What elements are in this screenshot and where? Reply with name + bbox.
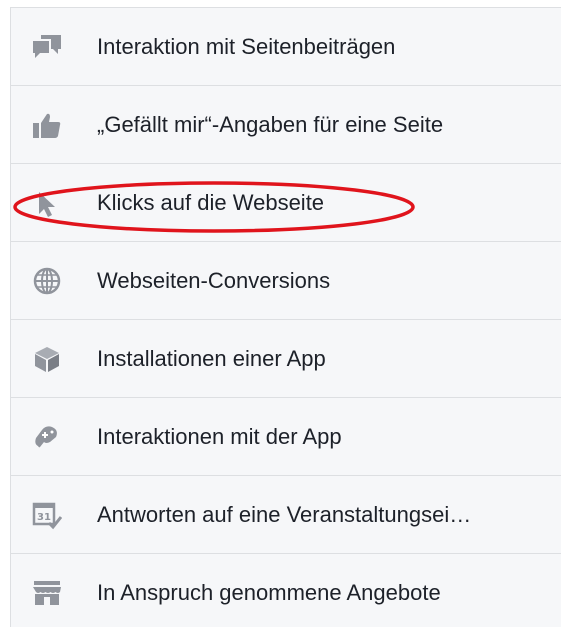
storefront-icon — [31, 577, 63, 609]
objective-label: In Anspruch genommene Angebote — [97, 580, 441, 605]
objective-label: Installationen einer App — [97, 345, 326, 371]
objective-item-app-engagement[interactable]: Interaktionen mit der App — [11, 398, 561, 476]
objective-label: Antworten auf eine Veranstaltungsei… — [97, 501, 472, 527]
cursor-pointer-icon — [31, 187, 63, 219]
calendar-check-icon: 31 — [31, 499, 63, 531]
objective-label: „Gefällt mir“-Angaben für eine Seite — [97, 111, 444, 137]
svg-text:31: 31 — [37, 512, 51, 523]
objective-item-offer-claims[interactable]: In Anspruch genommene Angebote — [11, 554, 561, 632]
objective-item-app-installs[interactable]: Installationen einer App — [11, 320, 561, 398]
objective-item-website-clicks[interactable]: Klicks auf die Webseite — [11, 164, 561, 242]
objective-item-page-likes[interactable]: „Gefällt mir“-Angaben für eine Seite — [11, 86, 561, 164]
globe-icon — [31, 265, 63, 297]
app-box-icon — [31, 343, 63, 375]
objective-item-post-engagement[interactable]: Interaktion mit Seitenbeiträgen — [11, 8, 561, 86]
gamepad-icon — [31, 421, 63, 453]
thumbs-up-icon — [31, 109, 63, 141]
speech-bubbles-icon — [31, 31, 63, 63]
objective-label: Interaktion mit Seitenbeiträgen — [97, 33, 396, 59]
objective-list: Interaktion mit Seitenbeiträgen „Gefällt… — [10, 7, 561, 627]
objective-label: Webseiten-Conversions — [97, 267, 331, 293]
objective-item-website-conversions[interactable]: Webseiten-Conversions — [11, 242, 561, 320]
objective-item-event-responses[interactable]: 31 Antworten auf eine Veranstaltungsei… — [11, 476, 561, 554]
objective-label: Interaktionen mit der App — [97, 423, 342, 449]
objective-label: Klicks auf die Webseite — [97, 189, 325, 215]
